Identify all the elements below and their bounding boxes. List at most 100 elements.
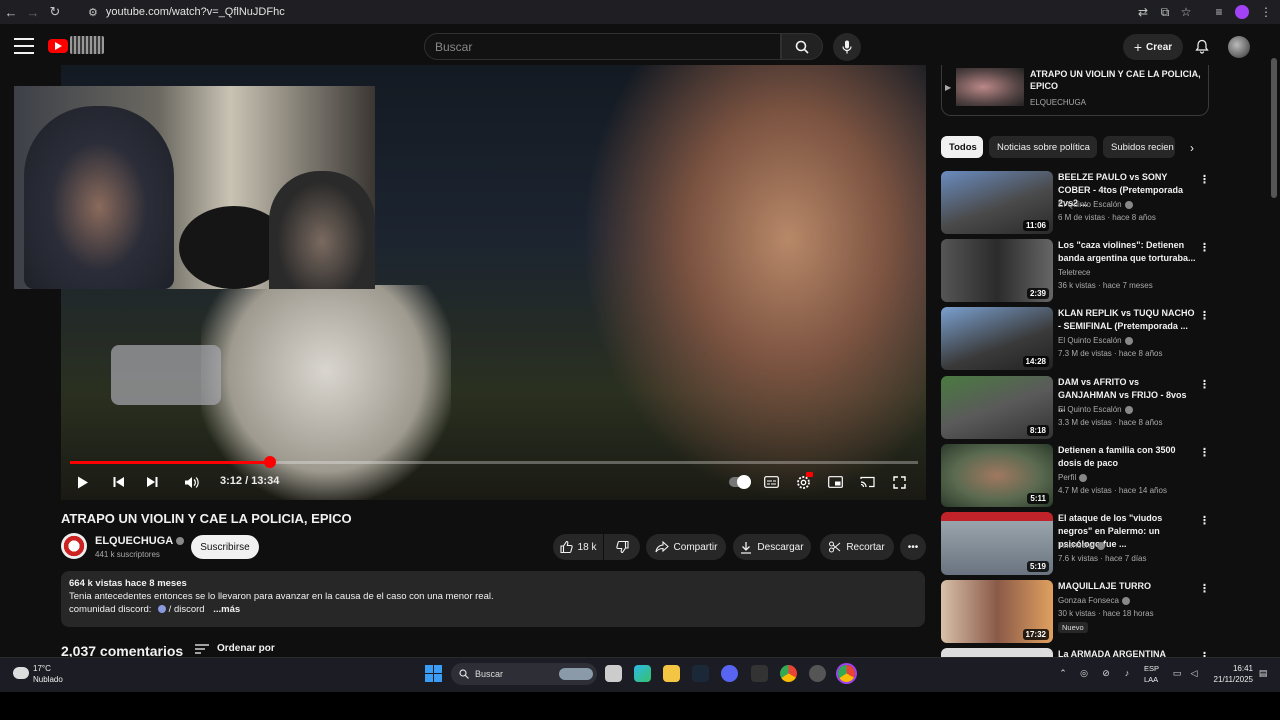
file-explorer-icon[interactable] <box>663 665 680 682</box>
like-button[interactable]: 18 k <box>553 534 603 560</box>
translate-icon[interactable]: ⇄ <box>1133 2 1153 22</box>
clock-date[interactable]: 21/11/2025 <box>1208 675 1253 684</box>
more-vert-icon[interactable]: ⋮ <box>1199 173 1210 186</box>
download-button[interactable]: Descargar <box>733 534 811 560</box>
video-thumbnail[interactable]: 11:06 <box>941 171 1053 234</box>
reading-list-icon[interactable]: ≡ <box>1209 2 1229 22</box>
settings-gear-icon[interactable] <box>792 472 814 492</box>
profile-avatar[interactable] <box>1232 2 1252 22</box>
chip-politica[interactable]: Noticias sobre política <box>989 136 1097 158</box>
recommendation-item[interactable]: 5:19 El ataque de los "viudos negros" en… <box>941 512 1211 578</box>
microphone-icon[interactable]: ♪ <box>1121 667 1133 679</box>
dislike-button[interactable] <box>604 534 640 560</box>
keyboard-layout[interactable]: LAA <box>1144 675 1158 684</box>
video-thumbnail[interactable] <box>941 648 1053 657</box>
playlist-title[interactable]: ATRAPO UN VIOLIN Y CAE LA POLICIA, EPICO <box>1030 68 1202 92</box>
chevron-right-icon[interactable]: › <box>1182 138 1202 158</box>
more-vert-icon[interactable]: ⋮ <box>1199 650 1210 657</box>
clock-time[interactable]: 16:41 <box>1223 664 1253 673</box>
video-title[interactable]: MAQUILLAJE TURRO <box>1058 580 1196 593</box>
volume-icon[interactable] <box>181 472 203 492</box>
share-button[interactable]: Compartir <box>646 534 726 560</box>
search-input[interactable]: Buscar <box>424 33 781 60</box>
search-button[interactable] <box>781 33 823 60</box>
more-vert-icon[interactable]: ⋮ <box>1199 241 1210 254</box>
network-icon[interactable]: ▭ <box>1171 667 1183 679</box>
video-thumbnail[interactable]: 17:32 <box>941 580 1053 643</box>
youtube-logo-icon[interactable] <box>48 39 68 53</box>
previous-icon[interactable] <box>108 472 130 492</box>
video-title[interactable]: Detienen a familia con 3500 dosis de pac… <box>1058 444 1196 470</box>
tray-app-icon[interactable]: ⊘ <box>1100 667 1112 679</box>
video-title[interactable]: KLAN REPLIK vs TUQU NACHO - SEMIFINAL (P… <box>1058 307 1196 333</box>
recommendation-item[interactable]: 17:32 MAQUILLAJE TURRO Gonzaa Fonseca 30… <box>941 580 1211 646</box>
reload-icon[interactable]: ↻ <box>44 1 66 23</box>
more-vert-icon[interactable]: ⋮ <box>1199 446 1210 459</box>
chrome-profile-icon[interactable] <box>838 665 855 682</box>
menu-icon[interactable] <box>14 38 34 54</box>
windows-start-icon[interactable] <box>425 665 442 682</box>
description-box[interactable]: 664 k vistas hace 8 meses Tenia antecede… <box>61 571 925 627</box>
task-view-icon[interactable] <box>605 665 622 682</box>
volume-icon[interactable]: ◁ <box>1188 667 1200 679</box>
chrome-icon[interactable] <box>780 665 797 682</box>
forward-icon[interactable]: → <box>22 1 44 23</box>
video-title[interactable]: Los "caza violines": Detienen banda arge… <box>1058 239 1196 265</box>
playlist-thumbnail[interactable] <box>956 68 1024 106</box>
cast-icon[interactable] <box>856 472 878 492</box>
subscribe-button[interactable]: Suscribirse <box>191 535 259 559</box>
chevron-up-icon[interactable]: ⌃ <box>1057 667 1069 679</box>
tray-app-icon[interactable]: ◎ <box>1078 667 1090 679</box>
bookmark-star-icon[interactable]: ☆ <box>1176 2 1196 22</box>
discord-icon[interactable] <box>721 665 738 682</box>
create-button[interactable]: + Crear <box>1123 34 1183 60</box>
more-vert-icon[interactable]: ⋮ <box>1199 582 1210 595</box>
fullscreen-icon[interactable] <box>888 472 910 492</box>
recommendation-item[interactable]: 2:39 Los "caza violines": Detienen banda… <box>941 239 1211 305</box>
clip-button[interactable]: Recortar <box>820 534 894 560</box>
recommendation-item[interactable]: 8:18 DAM vs AFRITO vs GANJAHMAN vs FRIJO… <box>941 376 1211 442</box>
back-icon[interactable]: ← <box>0 1 22 23</box>
weather-temperature[interactable]: 17°C <box>33 664 51 673</box>
page-scrollbar[interactable] <box>1271 58 1277 198</box>
chip-recientes[interactable]: Subidos recien <box>1103 136 1175 158</box>
more-vert-icon[interactable]: ⋮ <box>1199 309 1210 322</box>
more-vert-icon[interactable]: ⋮ <box>1199 378 1210 391</box>
language-indicator[interactable]: ESP <box>1144 664 1159 673</box>
install-icon[interactable]: ⧉ <box>1155 2 1175 22</box>
progress-scrubber[interactable] <box>264 456 276 468</box>
youtube-doodle[interactable] <box>70 36 104 54</box>
more-vert-icon[interactable]: ⋮ <box>1199 514 1210 527</box>
video-thumbnail[interactable]: 8:18 <box>941 376 1053 439</box>
chip-todos[interactable]: Todos <box>941 136 983 158</box>
browser-menu-icon[interactable]: ⋮ <box>1256 2 1276 22</box>
video-thumbnail[interactable]: 5:11 <box>941 444 1053 507</box>
notification-center-icon[interactable]: ▤ <box>1257 667 1269 679</box>
play-icon[interactable] <box>72 472 94 492</box>
video-thumbnail[interactable]: 14:28 <box>941 307 1053 370</box>
autoplay-toggle[interactable] <box>727 472 753 492</box>
edge-icon[interactable] <box>634 665 651 682</box>
next-icon[interactable] <box>141 472 163 492</box>
more-actions-icon[interactable]: ••• <box>900 534 926 560</box>
recommendation-item[interactable]: 11:06 BEELZE PAULO vs SONY COBER - 4tos … <box>941 171 1211 237</box>
site-settings-icon[interactable]: ⚙ <box>88 6 98 19</box>
app-icon[interactable] <box>809 665 826 682</box>
address-bar[interactable]: ⚙ youtube.com/watch?v=_QflNuJDFhc <box>80 1 1260 23</box>
show-more-link[interactable]: ...más <box>213 604 240 615</box>
video-thumbnail[interactable]: 2:39 <box>941 239 1053 302</box>
taskbar-search[interactable]: Buscar <box>451 663 597 685</box>
channel-avatar[interactable] <box>61 533 87 559</box>
sort-comments-button[interactable]: Ordenar por <box>195 643 275 654</box>
steam-icon[interactable] <box>692 665 709 682</box>
cloud-icon[interactable] <box>13 667 29 679</box>
recommendation-item[interactable]: 5:11 Detienen a familia con 3500 dosis d… <box>941 444 1211 510</box>
miniplayer-icon[interactable] <box>824 472 846 492</box>
notifications-bell-icon[interactable] <box>1192 36 1212 56</box>
recommendation-item[interactable]: La ARMADA ARGENTINA ⋮ <box>941 648 1211 657</box>
epic-games-icon[interactable] <box>751 665 768 682</box>
video-title[interactable]: La ARMADA ARGENTINA <box>1058 648 1196 657</box>
discord-link[interactable]: / discord <box>169 604 205 615</box>
channel-name[interactable]: ELQUECHUGA <box>95 535 185 547</box>
subtitles-icon[interactable] <box>760 472 782 492</box>
